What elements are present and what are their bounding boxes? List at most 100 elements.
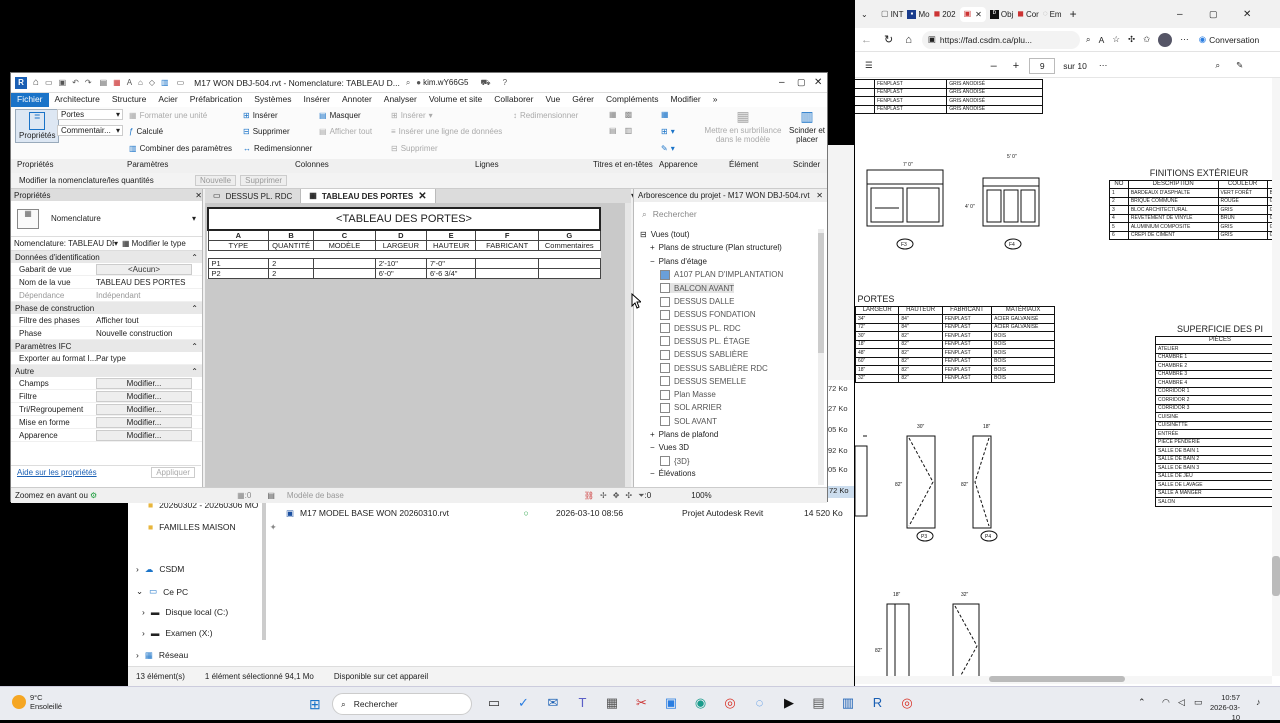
folder-row[interactable]: ■ FAMILLES MAISON ✦ (148, 522, 277, 532)
category-phase[interactable]: Phase de construction ⌃ (11, 302, 202, 314)
workset-icon[interactable]: ▦ (237, 491, 245, 500)
more-icon[interactable]: ⋯ (1099, 60, 1108, 71)
store-icon[interactable]: ▤ (811, 696, 827, 712)
user-icon[interactable]: ● (416, 78, 421, 87)
design-options-icon[interactable]: ▤ (267, 491, 275, 500)
windows-start-icon[interactable]: ⊞ (309, 697, 321, 711)
instance-filter[interactable]: Nomenclature: TABLEAU DE ▾ ▦ Modifier le… (11, 237, 202, 251)
close-icon[interactable]: ✕ (1243, 9, 1251, 20)
table-row[interactable]: P2 2 6'-0" 6'-6 3/4" (207, 268, 601, 279)
tab-inserer[interactable]: Insérer (298, 93, 336, 107)
undo-icon[interactable]: ↶ (72, 78, 79, 87)
task-view-icon[interactable]: ▭ (486, 696, 502, 712)
text-icon[interactable]: A (127, 78, 132, 87)
snipping-icon[interactable]: ✂ (634, 696, 650, 712)
tab-tableau-des-portes[interactable]: ▦ TABLEAU DES PORTES ✕ (301, 189, 436, 203)
print-icon[interactable]: ▤ (100, 78, 108, 87)
category-select[interactable]: Portes ▾ (57, 109, 123, 120)
tree-item[interactable]: Plan Masse (660, 389, 716, 400)
browser-tab[interactable]: ◌ Em (1043, 10, 1062, 19)
pdf-horizontal-scrollbar[interactable] (855, 676, 1272, 684)
tab-gerer[interactable]: Gérer (566, 93, 600, 107)
browser-tab[interactable]: b Obj (989, 9, 1013, 19)
split-place-button[interactable]: ▥ Scinder et placer (787, 109, 827, 144)
tree-item[interactable]: + Plans de structure (Plan structurel) (650, 243, 782, 252)
close-tab-icon[interactable]: ✕ (418, 191, 426, 202)
nav-scrollbar[interactable] (262, 480, 266, 640)
favorite-icon[interactable]: ☆ (1112, 34, 1120, 45)
tree-item[interactable]: DESSUS PL. RDC (660, 323, 741, 334)
copilot-icon[interactable]: ◉ (1199, 34, 1206, 45)
insert-data-row-button[interactable]: ≡ Insérer une ligne de données (391, 127, 502, 136)
headers-tools-2[interactable]: ▤ ▥ (609, 127, 632, 135)
conversation-button[interactable]: Conversation (1209, 35, 1259, 45)
tab-architecture[interactable]: Architecture (49, 93, 106, 107)
search-icon[interactable]: ⌕ (1215, 60, 1220, 71)
revit-logo-icon[interactable]: R (15, 76, 27, 89)
category-ifc[interactable]: Paramètres IFC ⌃ (11, 340, 202, 352)
save-icon[interactable]: ▣ (59, 78, 67, 87)
close-icon[interactable]: ✕ (816, 191, 823, 200)
select-links-icon[interactable]: ⛓ (584, 491, 594, 500)
more-tabs-icon[interactable]: » (707, 93, 724, 107)
volume-icon[interactable]: ◁ (1178, 697, 1185, 708)
tab-fichier[interactable]: Fichier (11, 93, 49, 107)
drag-icon[interactable]: ✣ (625, 491, 632, 500)
revit-icon[interactable]: R (870, 696, 886, 712)
browser-tab-active[interactable]: ▣ ✕ (959, 6, 986, 22)
section-icon[interactable]: ◇ (149, 78, 155, 87)
weather-widget[interactable]: 9°C Ensoleillé (12, 693, 62, 711)
table-row[interactable]: P1 2 2'-10" 7'-0" (207, 258, 601, 269)
zoom-in-icon[interactable]: + (1013, 60, 1019, 72)
edge-icon[interactable]: ◉ (693, 696, 709, 712)
maximize-icon[interactable]: ▢ (1209, 9, 1218, 20)
calculated-button[interactable]: ƒ Calculé (129, 127, 163, 136)
font-button[interactable]: ✎ ▾ (661, 144, 675, 153)
minimize-icon[interactable]: – (779, 77, 785, 88)
tab-structure[interactable]: Structure (106, 93, 153, 107)
browser-tab[interactable]: ◼ 202 (934, 10, 956, 19)
browser-tab[interactable]: ▢ INT (881, 10, 903, 19)
resize-column-button[interactable]: ↔ Redimensionner (243, 144, 312, 153)
zoom-out-icon[interactable]: – (991, 60, 997, 72)
tab-collaborer[interactable]: Collaborer (488, 93, 539, 107)
tab-analyser[interactable]: Analyser (378, 93, 423, 107)
nav-csdm[interactable]: › ☁ CSDM (136, 564, 184, 574)
insert-column-button[interactable]: ⊞ Insérer (243, 111, 278, 120)
battery-icon[interactable]: ▭ (1194, 697, 1203, 708)
insert-row-button[interactable]: ⊞ Insérer ▾ (391, 111, 433, 120)
browser-tab[interactable]: ▪ Mo (907, 9, 930, 19)
home-icon[interactable]: ⌂ (33, 77, 39, 88)
category-other[interactable]: Autre ⌃ (11, 365, 202, 377)
tab-prefabrication[interactable]: Préfabrication (184, 93, 248, 107)
photos-icon[interactable]: ▣ (663, 696, 679, 712)
teams-icon[interactable]: T (575, 696, 591, 712)
zoom-icon[interactable]: ⌕ (1086, 34, 1091, 45)
avatar[interactable] (1158, 32, 1173, 47)
measure-icon[interactable]: ▦ (113, 78, 121, 87)
cart-icon[interactable]: ⛟ (481, 78, 491, 87)
tab-annoter[interactable]: Annoter (336, 93, 378, 107)
help-icon[interactable]: ? (503, 78, 507, 87)
wifi-icon[interactable]: ◠ (1162, 697, 1170, 708)
tree-item[interactable]: − Vues 3D (650, 443, 689, 452)
tab-modifier[interactable]: Modifier (664, 93, 706, 107)
select-face-icon[interactable]: ✥ (613, 491, 620, 500)
new-button[interactable]: Nouvelle (195, 175, 237, 186)
nav-this-pc[interactable]: ⌄ ▭ Ce PC (136, 586, 188, 597)
address-bar[interactable]: ▣ https://fad.csdm.ca/plu... (921, 30, 1080, 49)
tree-item[interactable]: BALCON AVANT (660, 283, 735, 294)
tree-item[interactable]: DESSUS FONDATION (660, 309, 756, 320)
favorites-icon[interactable]: ✩ (1143, 34, 1150, 45)
clock[interactable]: 10:57 2026-03-10 (1206, 693, 1240, 723)
pin-toolbar-icon[interactable]: ✎ (1236, 60, 1243, 71)
schedule-title[interactable]: <TABLEAU DES PORTES> (207, 207, 601, 231)
delete-column-button[interactable]: ⊟ Supprimer (243, 127, 290, 136)
tree-item[interactable]: ⊟ Vues (tout) (640, 230, 690, 239)
tree-item[interactable]: DESSUS SABLIÈRE (660, 349, 748, 360)
new-tab-icon[interactable]: + (1070, 7, 1077, 21)
tab-complements[interactable]: Compléments (600, 93, 664, 107)
notification-icon[interactable]: ♪ (1256, 697, 1261, 707)
tab-actions-icon[interactable]: ⌄ (861, 10, 877, 19)
page-number-input[interactable]: 9 (1029, 57, 1056, 74)
